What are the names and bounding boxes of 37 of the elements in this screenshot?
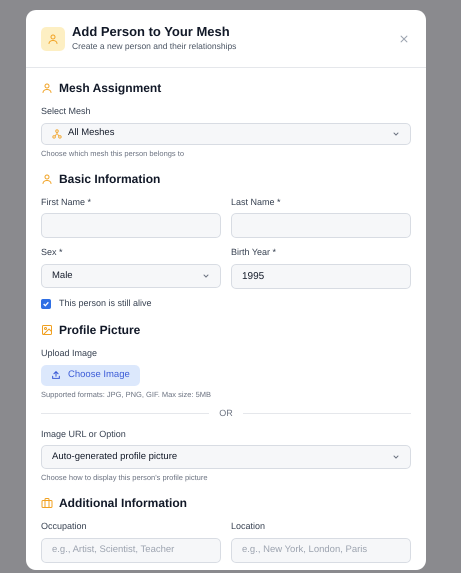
field-label: Occupation [41,520,88,534]
dialog-title: Add Person to Your Mesh [72,24,231,40]
select-dropdown[interactable]: Auto-generated profile picture [41,445,411,469]
or-divider-text: OR [219,407,233,420]
image-icon [41,324,53,336]
section-heading: Profile Picture [59,322,140,340]
person-icon [41,172,53,185]
upload-icon [51,370,61,380]
close-icon [399,34,409,44]
field-label: Birth Year * [231,246,278,260]
section-heading: Additional Information [59,495,187,512]
checkbox-label: This person is still alive [59,296,152,310]
chevron-down-icon [202,272,210,280]
field-label: Last Name * [231,196,282,209]
select-dropdown[interactable]: Male [41,264,221,288]
field-label: Sex * [41,246,64,260]
chevron-down-icon [392,130,400,138]
section-heading: Basic Information [59,170,160,188]
text-field[interactable]: 1995 [231,264,411,289]
dialog-subtitle: Create a new person and their relationships [72,40,238,53]
field-label: Upload Image [41,347,98,360]
text-field[interactable] [231,213,411,238]
check-icon [42,300,50,308]
select-dropdown[interactable]: All Meshes [41,122,411,144]
checkbox[interactable] [41,298,51,308]
field-label: Location [231,520,266,534]
network-icon [52,128,62,138]
field-label: Image URL or Option [41,428,127,441]
section-heading: Mesh Assignment [59,80,162,97]
field-label: First Name * [41,196,92,209]
person-icon [41,82,53,94]
person-icon [47,32,59,44]
choose-image-button[interactable]: Choose Image [41,364,140,386]
field-label: Select Mesh [41,105,92,118]
chevron-down-icon [392,453,400,461]
text-field[interactable] [41,213,221,238]
briefcase-icon [41,497,53,510]
